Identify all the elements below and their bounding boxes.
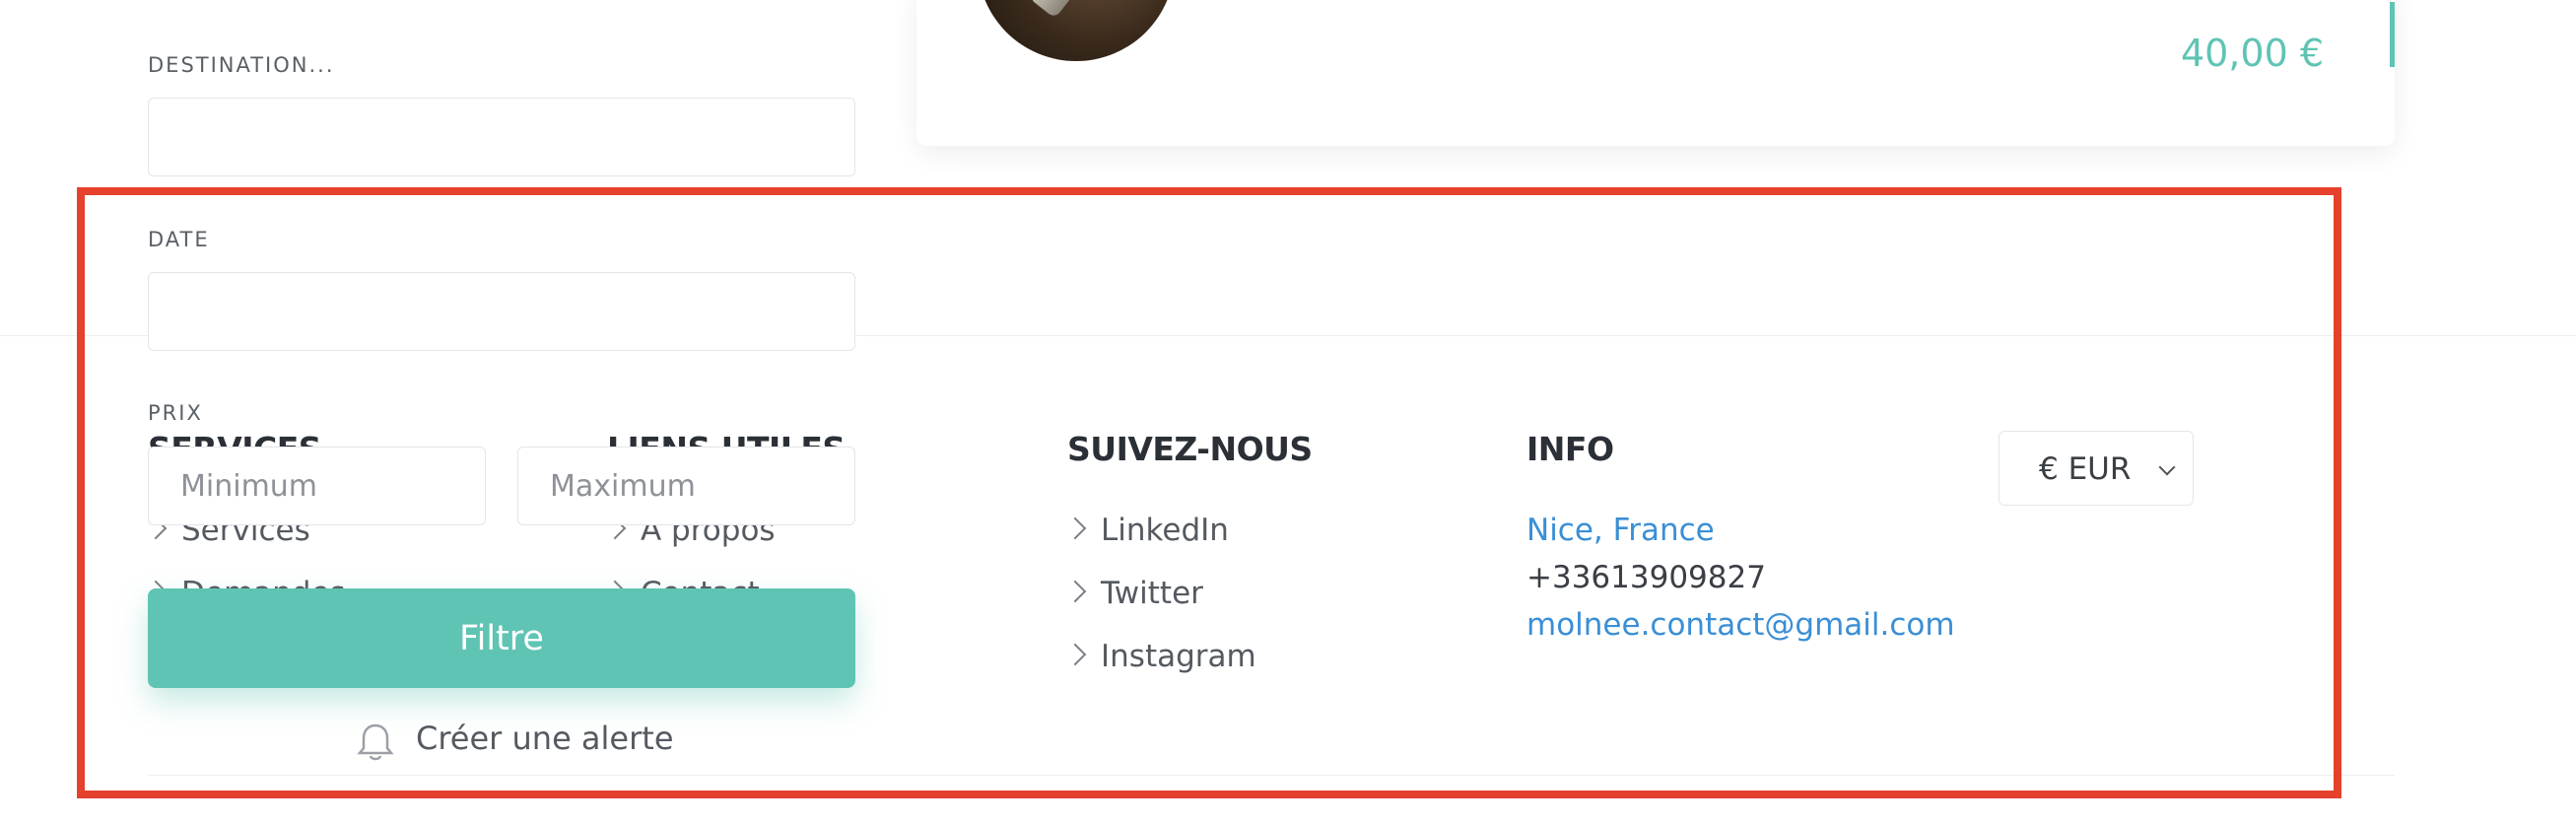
chevron-right-icon xyxy=(1063,516,1087,540)
phone-number: +33613909827 xyxy=(1526,560,1766,595)
price-max-input[interactable] xyxy=(517,447,855,525)
price-range-label: PRIX xyxy=(148,401,203,425)
footer-title-suivez: SUIVEZ-NOUS xyxy=(1067,430,1313,468)
bell-icon xyxy=(357,723,394,761)
price-label: 40,00 € xyxy=(2180,32,2324,75)
price-min-input[interactable] xyxy=(148,447,486,525)
footer-link-twitter[interactable]: Twitter xyxy=(1063,576,1203,611)
footer-link-linkedin[interactable]: LinkedIn xyxy=(1063,513,1229,548)
footer-title-info: INFO xyxy=(1526,430,1614,468)
location-link[interactable]: Nice, France xyxy=(1526,513,1715,548)
chevron-right-icon xyxy=(1063,643,1087,666)
chevron-down-icon xyxy=(2158,458,2176,476)
date-input[interactable] xyxy=(148,272,855,351)
footer-divider-bottom xyxy=(148,775,2395,776)
destination-label: DESTINATION... xyxy=(148,53,335,77)
currency-select[interactable]: € EUR xyxy=(1999,431,2194,506)
email-link[interactable]: molnee.contact@gmail.com xyxy=(1526,607,1955,643)
destination-input[interactable] xyxy=(148,98,855,176)
result-card[interactable]: 40,00 € xyxy=(916,0,2395,146)
filter-button[interactable]: Filtre xyxy=(148,588,855,688)
date-label: DATE xyxy=(148,228,210,251)
footer-link-instagram[interactable]: Instagram xyxy=(1063,639,1256,674)
card-accent-bar xyxy=(2390,2,2395,67)
product-image xyxy=(978,0,1175,61)
chevron-right-icon xyxy=(1063,580,1087,603)
